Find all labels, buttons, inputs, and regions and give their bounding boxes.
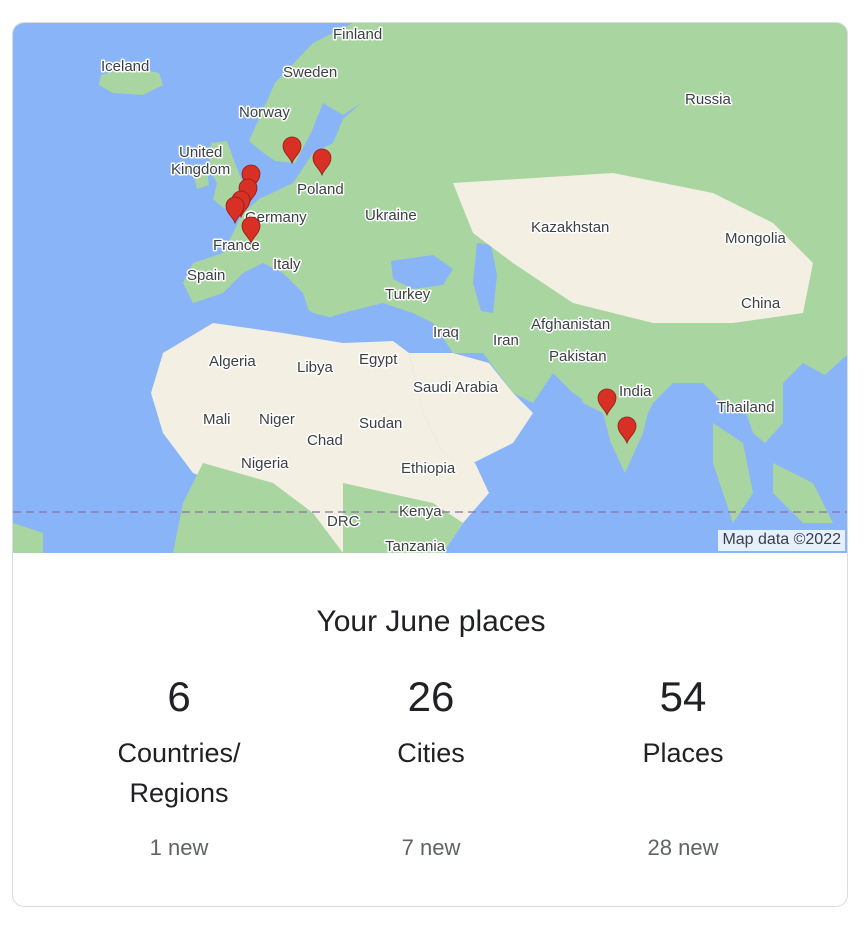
stat-cities: 26 Cities 7 new xyxy=(291,673,571,861)
summary-title: Your June places xyxy=(316,605,546,638)
map-label-sweden: Sweden xyxy=(283,64,337,81)
map-label-united: United xyxy=(179,144,222,161)
map-view[interactable]: Iceland Finland Sweden Norway Russia Uni… xyxy=(13,23,848,553)
map-label-mongolia: Mongolia xyxy=(725,230,787,247)
map-label-india: India xyxy=(619,383,652,400)
map-label-ethiopia: Ethiopia xyxy=(401,460,456,477)
map-label-iraq: Iraq xyxy=(433,324,459,341)
map-label-niger: Niger xyxy=(259,411,295,428)
stat-new-count: 1 new xyxy=(149,835,209,860)
stat-label-line: Cities xyxy=(397,738,465,768)
stat-label-line: Places xyxy=(642,738,724,768)
map-label-turkey: Turkey xyxy=(385,286,431,303)
map-label-iran: Iran xyxy=(493,332,519,349)
map-label-finland: Finland xyxy=(333,26,382,43)
stat-places: 54 Places 28 new xyxy=(543,673,823,861)
map-label-chad: Chad xyxy=(307,432,343,449)
map-label-afghanistan: Afghanistan xyxy=(531,316,610,333)
stat-new-count: 7 new xyxy=(401,835,461,860)
map-label-egypt: Egypt xyxy=(359,351,398,368)
stat-countries: 6 Countries/ Regions 1 new xyxy=(39,673,319,861)
map-label-norway: Norway xyxy=(239,104,290,121)
map-label-iceland: Iceland xyxy=(101,58,149,75)
map-label-italy: Italy xyxy=(273,256,301,273)
places-summary-card: Iceland Finland Sweden Norway Russia Uni… xyxy=(12,22,848,907)
map-label-nigeria: Nigeria xyxy=(241,455,289,472)
map-label-kazakhstan: Kazakhstan xyxy=(531,219,609,236)
map-label-mali: Mali xyxy=(203,411,231,428)
stat-label: Places xyxy=(543,733,823,821)
stat-label: Countries/ Regions xyxy=(39,733,319,821)
map-label-spain: Spain xyxy=(187,267,225,284)
map-label-thailand: Thailand xyxy=(717,399,775,416)
stat-number: 54 xyxy=(659,673,707,720)
map-label-drc: DRC xyxy=(327,513,360,530)
stat-label-line: Countries/ xyxy=(117,738,241,768)
map-label-sudan: Sudan xyxy=(359,415,402,432)
map-label-saudi-arabia: Saudi Arabia xyxy=(413,379,499,396)
stat-label-line: Regions xyxy=(129,778,229,808)
stat-new-count: 28 new xyxy=(647,835,719,860)
map-label-kenya: Kenya xyxy=(399,503,442,520)
map-canvas[interactable]: Iceland Finland Sweden Norway Russia Uni… xyxy=(13,23,848,553)
map-attribution[interactable]: Map data ©2022 xyxy=(718,530,845,551)
stat-label: Cities xyxy=(291,733,571,821)
map-label-kingdom: Kingdom xyxy=(171,161,230,178)
stat-number: 6 xyxy=(167,673,191,720)
map-label-poland: Poland xyxy=(297,181,344,198)
map-label-algeria: Algeria xyxy=(209,353,256,370)
map-label-ukraine: Ukraine xyxy=(365,207,417,224)
stat-number: 26 xyxy=(407,673,455,720)
map-label-tanzania: Tanzania xyxy=(385,538,446,553)
map-label-russia: Russia xyxy=(685,91,732,108)
map-label-china: China xyxy=(741,295,781,312)
map-label-pakistan: Pakistan xyxy=(549,348,607,365)
map-label-libya: Libya xyxy=(297,359,334,376)
